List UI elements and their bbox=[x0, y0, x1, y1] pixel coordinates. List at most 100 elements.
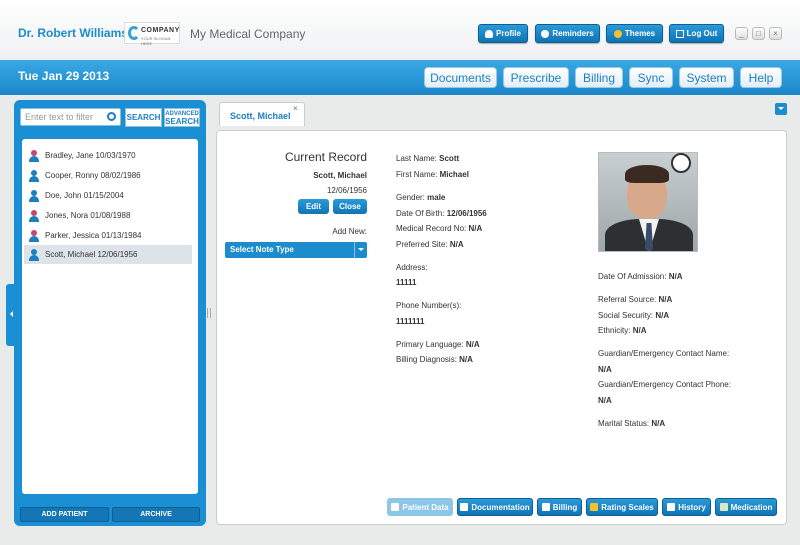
archive-button[interactable]: ARCHIVE bbox=[112, 507, 200, 522]
profile-button[interactable]: Profile bbox=[478, 24, 528, 43]
patient-data-icon bbox=[391, 503, 400, 511]
tab-rating-scales[interactable]: Rating Scales bbox=[586, 498, 658, 516]
search-icon bbox=[107, 112, 116, 121]
last-name-field: Last Name: Scott bbox=[396, 154, 460, 163]
tab-rating-scales-label: Rating Scales bbox=[601, 502, 654, 512]
primary-language-field: Primary Language: N/A bbox=[396, 340, 480, 349]
guardian-name-label: Guardian/Emergency Contact Name: bbox=[598, 349, 730, 358]
collapse-panel-handle[interactable] bbox=[6, 284, 14, 346]
list-item[interactable]: Jones, Nora 01/08/1988 bbox=[24, 206, 192, 225]
doctor-name: Dr. Robert Williams bbox=[18, 26, 128, 40]
nav-documents[interactable]: Documents bbox=[424, 67, 497, 88]
themes-label: Themes bbox=[624, 29, 656, 38]
company-name: My Medical Company bbox=[190, 27, 306, 41]
logo-slogan: YOUR SLOGAN HERE bbox=[141, 36, 171, 46]
nav-prescribe[interactable]: Prescribe bbox=[503, 67, 569, 88]
patient-photo bbox=[598, 152, 698, 252]
referral-source-field: Referral Source: N/A bbox=[598, 295, 673, 304]
male-patient-icon bbox=[29, 169, 39, 182]
close-button[interactable]: Close bbox=[333, 199, 367, 214]
chevron-down-icon bbox=[354, 242, 367, 258]
ethnicity-field: Ethnicity: N/A bbox=[598, 326, 647, 335]
billing-diagnosis-field: Billing Diagnosis: N/A bbox=[396, 355, 473, 364]
nav-help[interactable]: Help bbox=[740, 67, 782, 88]
hourglass-icon bbox=[667, 503, 676, 511]
list-item[interactable]: Cooper, Ronny 08/02/1986 bbox=[24, 166, 192, 185]
tab-menu-chevron-icon[interactable] bbox=[775, 103, 787, 115]
mrn-field: Medical Record No: N/A bbox=[396, 224, 483, 233]
tab-medication[interactable]: Medication bbox=[715, 498, 777, 516]
reminders-label: Reminders bbox=[552, 29, 594, 38]
documentation-icon bbox=[460, 503, 469, 511]
bar-chart-icon bbox=[590, 503, 599, 511]
preferred-site-field: Preferred Site: N/A bbox=[396, 240, 464, 249]
edit-button[interactable]: Edit bbox=[298, 199, 329, 214]
logout-button[interactable]: Log Out bbox=[669, 24, 724, 43]
note-type-value: Select Note Type bbox=[230, 245, 294, 254]
maximize-button[interactable]: □ bbox=[752, 27, 765, 40]
logout-icon bbox=[675, 29, 684, 38]
male-patient-icon bbox=[29, 189, 39, 202]
note-type-select[interactable]: Select Note Type bbox=[225, 242, 367, 258]
guardian-name-value: N/A bbox=[598, 365, 612, 374]
tab-history-label: History bbox=[678, 502, 706, 512]
profile-label: Profile bbox=[496, 29, 521, 38]
record-patient-name: Scott, Michael bbox=[313, 171, 367, 180]
address-label: Address: bbox=[396, 263, 428, 272]
first-name-field: First Name: Michael bbox=[396, 170, 469, 179]
advanced-search-button[interactable]: ADVANCED SEARCH bbox=[164, 108, 200, 127]
male-patient-icon bbox=[29, 248, 39, 261]
list-item[interactable]: Bradley, Jane 10/03/1970 bbox=[24, 146, 192, 165]
add-new-label: Add New: bbox=[332, 227, 367, 236]
panel-splitter[interactable] bbox=[207, 308, 211, 318]
nav-system[interactable]: System bbox=[679, 67, 734, 88]
tab-documentation[interactable]: Documentation bbox=[457, 498, 533, 516]
female-patient-icon bbox=[29, 149, 39, 162]
list-item-selected[interactable]: Scott, Michael 12/06/1956 bbox=[24, 245, 192, 264]
filter-input[interactable]: Enter text to filter bbox=[20, 108, 121, 126]
patient-label: Scott, Michael 12/06/1956 bbox=[45, 250, 138, 259]
palette-icon bbox=[613, 29, 622, 38]
medication-bottle-icon bbox=[719, 503, 728, 511]
lightbulb-icon bbox=[541, 29, 550, 38]
tab-history[interactable]: History bbox=[662, 498, 711, 516]
tab-medication-label: Medication bbox=[730, 502, 773, 512]
close-tab-icon[interactable]: × bbox=[293, 104, 298, 113]
themes-button[interactable]: Themes bbox=[606, 24, 663, 43]
social-security-field: Social Security: N/A bbox=[598, 311, 670, 320]
logout-label: Log Out bbox=[686, 29, 718, 38]
phone-value: 1111111 bbox=[396, 317, 425, 326]
current-record-title: Current Record bbox=[284, 150, 367, 164]
tab-documentation-label: Documentation bbox=[471, 502, 530, 512]
guardian-phone-label: Guardian/Emergency Contact Phone: bbox=[598, 380, 731, 389]
nav-sync[interactable]: Sync bbox=[629, 67, 673, 88]
phone-label: Phone Number(s): bbox=[396, 301, 462, 310]
filter-placeholder: Enter text to filter bbox=[25, 112, 94, 122]
marital-status-field: Marital Status: N/A bbox=[598, 419, 666, 428]
tab-billing-label: Billing bbox=[552, 502, 578, 512]
logo-text: COMPANY bbox=[141, 27, 180, 34]
tab-billing[interactable]: Billing bbox=[537, 498, 582, 516]
gender-field: Gender: male bbox=[396, 193, 446, 202]
list-item[interactable]: Parker, Jessica 01/13/1984 bbox=[24, 226, 192, 245]
admission-date-field: Date Of Admission: N/A bbox=[598, 272, 683, 281]
add-patient-button[interactable]: ADD PATIENT bbox=[20, 507, 109, 522]
close-window-button[interactable]: × bbox=[769, 27, 782, 40]
photo-clock bbox=[671, 153, 691, 173]
photo-hair bbox=[625, 165, 669, 183]
patient-list: Bradley, Jane 10/03/1970 Cooper, Ronny 0… bbox=[22, 139, 198, 494]
company-logo: COMPANY YOUR SLOGAN HERE bbox=[124, 22, 180, 46]
tab-patient-data-label: Patient Data bbox=[402, 502, 449, 512]
user-icon bbox=[485, 29, 494, 38]
list-item[interactable]: Doe, John 01/15/2004 bbox=[24, 186, 192, 205]
advanced-label-line2: SEARCH bbox=[165, 117, 199, 126]
patient-label: Cooper, Ronny 08/02/1986 bbox=[45, 171, 141, 180]
search-button[interactable]: SEARCH bbox=[125, 108, 162, 127]
logo-mark-icon bbox=[128, 26, 140, 40]
reminders-button[interactable]: Reminders bbox=[535, 24, 600, 43]
nav-billing[interactable]: Billing bbox=[575, 67, 623, 88]
tab-patient-data[interactable]: Patient Data bbox=[387, 498, 453, 516]
female-patient-icon bbox=[29, 209, 39, 222]
minimize-button[interactable]: _ bbox=[735, 27, 748, 40]
billing-icon bbox=[541, 503, 550, 511]
